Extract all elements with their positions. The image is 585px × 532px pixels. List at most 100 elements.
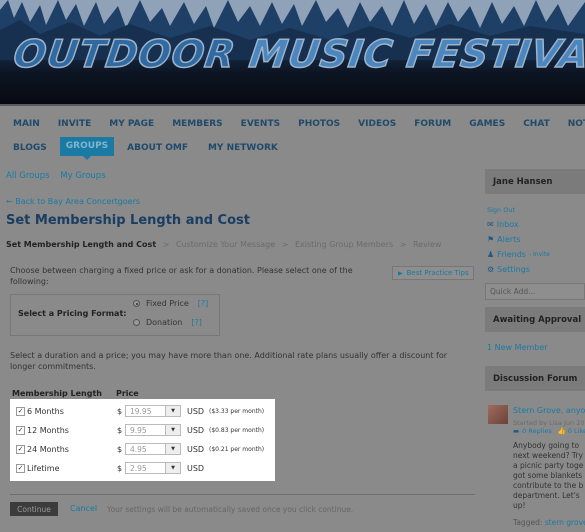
site-logo[interactable]: OUTDOOR MUSIC FESTIVALS (10, 31, 585, 77)
nav-photos[interactable]: PHOTOS (291, 116, 347, 132)
friends-label: Friends (497, 250, 526, 259)
help-link[interactable]: [?] (191, 318, 202, 327)
main-nav: MAIN INVITE MY PAGE MEMBERS EVENTS PHOTO… (0, 106, 585, 164)
nav-chat[interactable]: CHAT (516, 116, 557, 132)
sign-out-link[interactable]: Sign Out (487, 206, 515, 214)
plan-length: 12 Months (27, 425, 69, 435)
radio-donation[interactable]: Donation [?] (133, 318, 202, 327)
radio-button[interactable] (133, 319, 140, 326)
nav-events[interactable]: EVENTS (234, 116, 287, 132)
price-value: 4.95 (130, 444, 147, 454)
plan-checkbox[interactable]: ✓ (16, 406, 25, 416)
likes-count[interactable]: 0 Likes (568, 427, 585, 435)
settings-link[interactable]: ⚙ Settings (487, 265, 530, 274)
step-separator: > (162, 240, 170, 249)
nav-row-secondary: BLOGS GROUPS ABOUT OMF MY NETWORK (6, 137, 285, 160)
nav-forum[interactable]: FORUM (407, 116, 458, 132)
sign-out-label: Sign Out (487, 206, 516, 214)
radio-button-checked[interactable] (133, 300, 140, 307)
forum-post-meta: Started by Lisa Jun 20 (513, 419, 585, 427)
intro-text: Choose between charging a fixed price or… (10, 266, 353, 286)
step-existing-members: Existing Group Members (294, 240, 394, 249)
radio-label: Fixed Price (146, 299, 189, 308)
plans-table-header: Membership Length Price (12, 389, 139, 398)
currency-label: USD (187, 444, 205, 454)
quick-add-input[interactable]: Quick Add... (485, 283, 585, 300)
friends-link[interactable]: ♟ Friends - Invite (487, 250, 550, 259)
cancel-link[interactable]: Cancel (70, 504, 97, 513)
continue-button[interactable]: Continue (10, 502, 58, 516)
step-customize-message: Customize Your Message (175, 240, 276, 249)
user-avatar[interactable] (488, 405, 508, 424)
dropdown-arrow-icon[interactable]: ▼ (165, 463, 180, 473)
invite-link[interactable]: - Invite (529, 251, 550, 258)
plan-length: 6 Months (27, 406, 64, 416)
nav-groups[interactable]: GROUPS (59, 137, 115, 160)
play-triangle-icon: ▶ (398, 269, 403, 277)
help-link[interactable]: [?] (198, 299, 209, 308)
currency-symbol: $ (117, 425, 123, 435)
price-select[interactable]: 4.95 ▼ (125, 443, 181, 455)
forum-post-title[interactable]: Stern Grove, anyone? (513, 406, 585, 415)
discussion-forum-header: Discussion Forum (485, 366, 585, 391)
nav-about-omf[interactable]: ABOUT OMF (120, 140, 195, 156)
autosave-note: Your settings will be automatically save… (107, 505, 354, 514)
step-review: Review (412, 240, 442, 249)
currency-label: USD (187, 406, 205, 416)
currency-symbol: $ (117, 406, 123, 416)
plan-length: 24 Months (27, 444, 69, 454)
new-member-link[interactable]: 1 New Member (487, 343, 548, 352)
dropdown-arrow-icon[interactable]: ▼ (165, 425, 180, 435)
price-select[interactable]: 19.95 ▼ (125, 405, 181, 417)
nav-main[interactable]: MAIN (6, 116, 47, 132)
forum-post-body: Anybody going to next weekend? Try a pic… (513, 441, 585, 511)
plan-checkbox[interactable]: ✓ (16, 425, 25, 435)
tag-link[interactable]: stern grove (545, 518, 585, 527)
user-name-header: Jane Hansen (485, 169, 585, 194)
plan-checkbox[interactable]: ✓ (16, 463, 25, 473)
step-current: Set Membership Length and Cost (6, 240, 157, 249)
my-groups-link[interactable]: My Groups (60, 171, 105, 181)
footer-divider (10, 494, 475, 495)
step-separator: > (281, 240, 289, 249)
awaiting-approval-header: Awaiting Approval (485, 307, 585, 332)
alerts-link[interactable]: ⚑ Alerts (487, 235, 520, 244)
nav-videos[interactable]: VIDEOS (351, 116, 403, 132)
price-select[interactable]: 2.95 ▼ (125, 462, 181, 474)
all-groups-link[interactable]: All Groups (6, 171, 50, 181)
nav-games[interactable]: GAMES (462, 116, 512, 132)
replies-count[interactable]: 0 Replies (522, 427, 552, 435)
post-body-line: up! (513, 501, 526, 510)
header-membership-length: Membership Length (12, 389, 102, 398)
nav-members[interactable]: MEMBERS (165, 116, 229, 132)
dropdown-arrow-icon[interactable]: ▼ (165, 406, 180, 416)
thumbs-up-icon: 👍 (557, 427, 566, 435)
per-month-price: ($0.83 per month) (209, 426, 265, 434)
alerts-label: Alerts (497, 235, 521, 244)
plan-row: ✓ 12 Months $ 9.95 ▼ USD ($0.83 per mont… (10, 420, 275, 440)
plan-row: ✓ Lifetime $ 2.95 ▼ USD (10, 458, 275, 478)
price-select[interactable]: 9.95 ▼ (125, 424, 181, 436)
back-link[interactable]: ← Back to Bay Area Concertgoers (6, 197, 140, 206)
inbox-link[interactable]: ✉ Inbox (487, 220, 519, 229)
nav-my-page[interactable]: MY PAGE (102, 116, 161, 132)
person-icon: ♟ (487, 250, 495, 259)
post-body-line: a picnic party toge (513, 461, 584, 470)
nav-invite[interactable]: INVITE (51, 116, 98, 132)
site-banner: OUTDOOR MUSIC FESTIVALS (0, 0, 585, 104)
currency-label: USD (187, 425, 205, 435)
post-body-line: department. Let's (513, 491, 580, 500)
currency-label: USD (187, 463, 205, 473)
radio-fixed-price[interactable]: Fixed Price [?] (133, 299, 208, 308)
nav-blogs[interactable]: BLOGS (6, 140, 54, 156)
nav-my-network[interactable]: MY NETWORK (201, 140, 285, 156)
currency-symbol: $ (117, 444, 123, 454)
post-body-line: Anybody going to (513, 441, 580, 450)
plan-checkbox[interactable]: ✓ (16, 444, 25, 454)
nav-notes[interactable]: NOTES (561, 116, 585, 132)
plan-row: ✓ 24 Months $ 4.95 ▼ USD ($0.21 per mont… (10, 439, 275, 459)
best-practice-tips-button[interactable]: ▶ Best Practice Tips (392, 266, 474, 280)
dropdown-arrow-icon[interactable]: ▼ (165, 444, 180, 454)
group-subnav: All Groups My Groups (6, 171, 114, 181)
step-separator: > (399, 240, 407, 249)
